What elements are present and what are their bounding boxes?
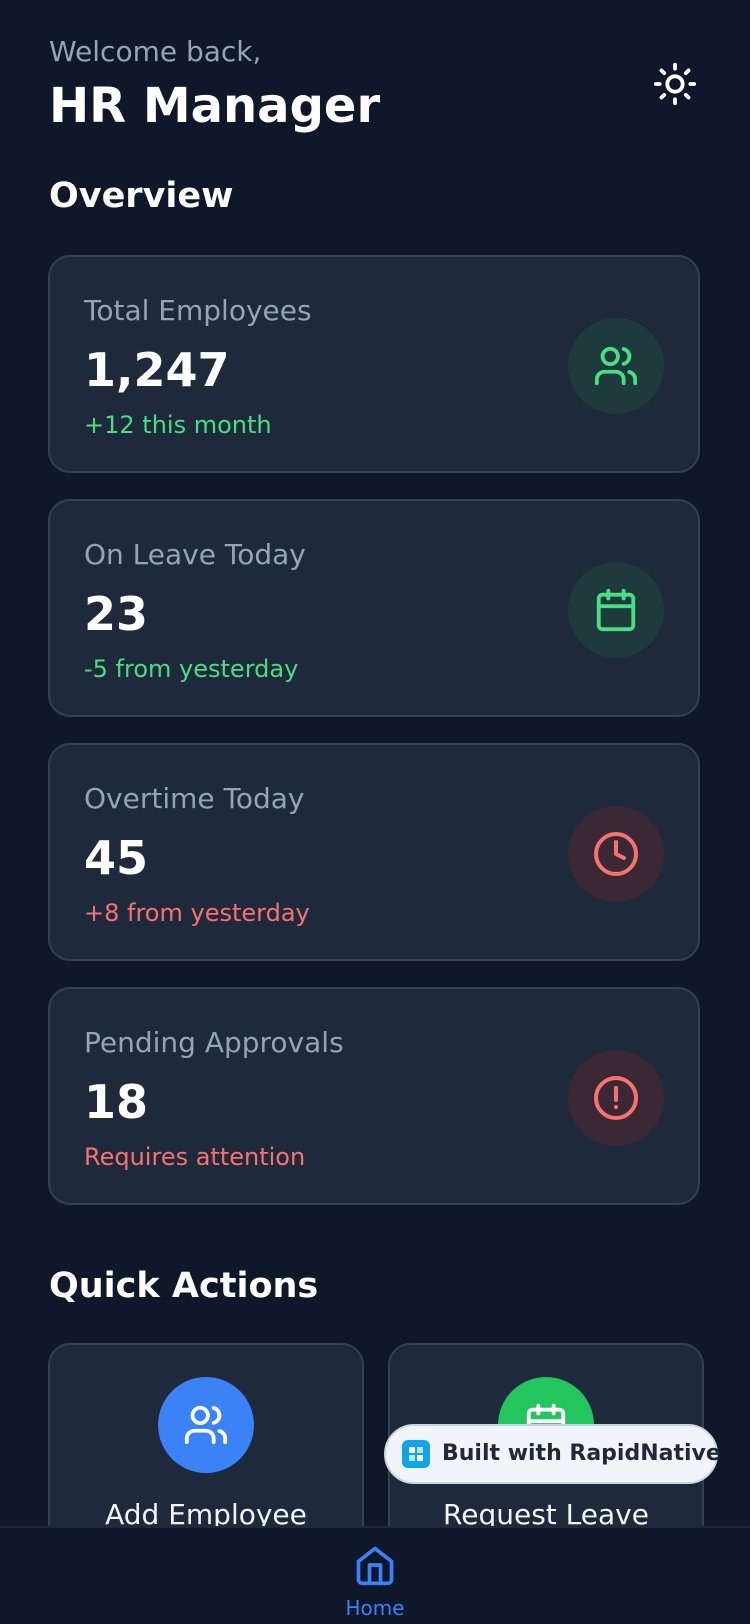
overview-title: Overview xyxy=(49,176,234,216)
users-icon xyxy=(594,346,638,386)
greeting-text: Welcome back, xyxy=(49,35,262,68)
card-value: 45 xyxy=(84,831,149,885)
header: Welcome back, HR Manager xyxy=(49,34,701,144)
overtime-card[interactable]: Overtime Today 45 +8 from yesterday xyxy=(48,743,700,961)
card-label: Overtime Today xyxy=(84,782,305,815)
card-delta: +8 from yesterday xyxy=(84,899,310,927)
card-label: On Leave Today xyxy=(84,538,306,571)
card-delta: -5 from yesterday xyxy=(84,655,299,683)
users-icon xyxy=(184,1405,228,1445)
card-value: 23 xyxy=(84,587,149,641)
action-icon-circle xyxy=(158,1377,254,1473)
card-icon-badge xyxy=(568,1050,664,1146)
bottom-tab-bar: Home xyxy=(0,1526,750,1624)
card-icon-badge xyxy=(568,806,664,902)
card-delta: Requires attention xyxy=(84,1143,306,1171)
clock-icon xyxy=(594,832,638,876)
home-screen: Welcome back, HR Manager Overview Total … xyxy=(0,0,750,1624)
card-label: Pending Approvals xyxy=(84,1026,344,1059)
tab-home-label: Home xyxy=(345,1596,405,1620)
home-icon xyxy=(356,1546,394,1586)
card-value: 18 xyxy=(84,1075,149,1129)
alert-circle-icon xyxy=(594,1076,638,1120)
on-leave-card[interactable]: On Leave Today 23 -5 from yesterday xyxy=(48,499,700,717)
card-label: Total Employees xyxy=(84,294,312,327)
built-with-text: Built with RapidNative xyxy=(442,1441,721,1466)
total-employees-card[interactable]: Total Employees 1,247 +12 this month xyxy=(48,255,700,473)
built-with-badge[interactable]: Built with RapidNative xyxy=(384,1424,721,1484)
sun-icon xyxy=(653,62,697,106)
tab-home[interactable]: Home xyxy=(325,1528,425,1624)
card-value: 1,247 xyxy=(84,343,230,397)
theme-toggle-button[interactable] xyxy=(649,58,701,110)
calendar-icon xyxy=(596,588,636,632)
card-delta: +12 this month xyxy=(84,411,272,439)
user-name: HR Manager xyxy=(49,78,381,134)
card-icon-badge xyxy=(568,562,664,658)
rapidnative-logo-icon xyxy=(402,1440,430,1468)
pending-approvals-card[interactable]: Pending Approvals 18 Requires attention xyxy=(48,987,700,1205)
quick-actions-title: Quick Actions xyxy=(49,1266,319,1306)
card-icon-badge xyxy=(568,318,664,414)
